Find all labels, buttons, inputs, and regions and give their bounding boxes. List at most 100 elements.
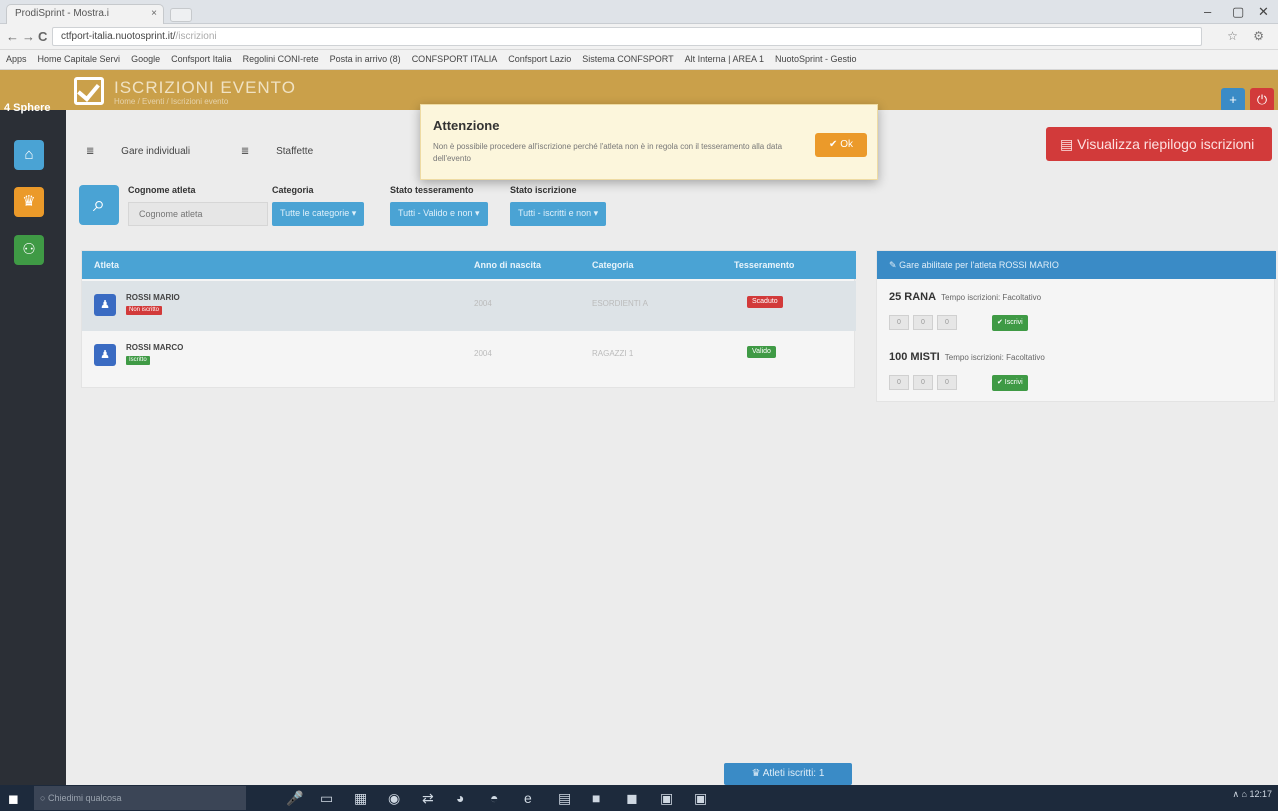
category: ESORDIENTI A xyxy=(592,299,649,308)
alert-message: Non è possibile procedere all'iscrizione… xyxy=(433,142,783,163)
table-row[interactable]: ♟ ROSSI MARIO Non iscritto 2004 ESORDIEN… xyxy=(82,281,856,331)
list-icon: ≣ xyxy=(240,146,250,157)
taskbar-app-icon[interactable]: ◕ xyxy=(456,790,464,806)
membership-status-badge: Scaduto xyxy=(747,296,783,308)
bookmark-item[interactable]: Regolini CONI-rete xyxy=(243,54,319,64)
tab-close-icon[interactable]: × xyxy=(151,8,157,19)
bookmark-item[interactable]: Sistema CONFSPORT xyxy=(582,54,673,64)
category-dropdown[interactable]: Tutte le categorie ▾ xyxy=(272,202,365,226)
registration-dropdown[interactable]: Tutti - iscritti e non ▾ xyxy=(510,202,607,226)
summary-report-button[interactable]: ▤ Visualizza riepilogo iscrizioni xyxy=(1046,127,1272,161)
taskbar-app-icon[interactable]: ▣ xyxy=(694,790,707,807)
summary-report-label: Visualizza riepilogo iscrizioni xyxy=(1077,136,1255,152)
trophy-icon[interactable]: ♛ xyxy=(14,187,44,217)
alert-title: Attenzione xyxy=(433,118,500,133)
new-tab-button[interactable] xyxy=(170,8,192,22)
minimize-icon[interactable]: – xyxy=(1204,4,1211,19)
taskbar-app-icon[interactable]: ▦ xyxy=(354,790,367,807)
maximize-icon[interactable]: ▢ xyxy=(1232,4,1244,20)
edit-icon: ✎ xyxy=(889,260,897,270)
system-tray-clock[interactable]: ∧ ⌂ 12:17 xyxy=(1232,789,1272,800)
membership-dropdown[interactable]: Tutti - Valido e non ▾ xyxy=(390,202,488,226)
bookmark-item[interactable]: Confsport Lazio xyxy=(508,54,571,64)
bookmarks-bar: Apps Home Capitale Servi Google Confsport I… xyxy=(0,50,1278,70)
athlete-search-input[interactable] xyxy=(128,202,268,226)
taskbar-app-icon[interactable]: ■ xyxy=(592,790,600,806)
time-minutes-field[interactable]: 0 xyxy=(889,375,909,390)
registration-filter-label: Stato iscrizione xyxy=(510,185,577,195)
table-header: Atleta Anno di nascita Categoria Tessera… xyxy=(82,251,856,279)
registration-badge: Iscritto xyxy=(126,356,150,365)
athletes-table: Atleta Anno di nascita Categoria Tessera… xyxy=(81,250,856,388)
document-icon: ▤ xyxy=(1060,136,1074,152)
search-icon[interactable]: ⌕ xyxy=(79,185,119,225)
page-title: ISCRIZIONI EVENTO xyxy=(114,78,296,97)
time-hundredths-field[interactable]: 0 xyxy=(937,375,957,390)
taskbar-app-icon[interactable]: ▭ xyxy=(320,790,333,807)
registered-athletes-button[interactable]: ♛ Atleti iscritti: 1 xyxy=(724,763,852,785)
forward-icon[interactable]: → xyxy=(22,29,35,44)
race-time-note: Tempo iscrizioni: Facoltativo xyxy=(941,293,1042,302)
bookmark-item[interactable]: Google xyxy=(131,54,160,64)
taskbar-app-icon[interactable]: ▤ xyxy=(558,790,571,807)
user-avatar-icon: ♟ xyxy=(94,344,116,366)
tab-individual-label: Gare individuali xyxy=(121,146,191,157)
browser-tab[interactable]: ProdiSprint - Mostra.i × xyxy=(6,4,164,24)
column-header: Categoria xyxy=(592,260,634,270)
tab-title: ProdiSprint - Mostra.i xyxy=(15,8,109,19)
home-icon[interactable]: ⌂ xyxy=(14,140,44,170)
table-row[interactable]: ♟ ROSSI MARCO Iscritto 2004 RAGAZZI 1 Va… xyxy=(82,331,856,381)
people-icon[interactable]: ⚇ xyxy=(14,235,44,265)
column-header: Anno di nascita xyxy=(474,260,542,270)
taskbar-app-icon[interactable]: ▣ xyxy=(660,790,673,807)
race-item: 100 MISTI Tempo iscrizioni: Facoltativo xyxy=(889,351,1045,363)
membership-filter-label: Stato tesseramento xyxy=(390,185,474,195)
tab-relay[interactable]: ≣ Staffette xyxy=(241,146,337,157)
power-button[interactable]: ⏻ xyxy=(1250,88,1274,112)
breadcrumb: Home / Eventi / Iscrizioni evento xyxy=(114,97,229,106)
main-content: ≣ Gare individuali ≣ Staffette ▤ Visuali… xyxy=(66,110,1278,785)
column-header: Tesseramento xyxy=(734,260,795,270)
close-window-icon[interactable]: ✕ xyxy=(1258,4,1269,20)
registration-badge: Non iscritto xyxy=(126,306,163,315)
ok-button[interactable]: ✔ Ok xyxy=(815,133,867,157)
athlete-name: ROSSI MARCO xyxy=(126,343,184,352)
checkmark-logo-icon xyxy=(74,77,104,105)
add-button[interactable]: + xyxy=(1221,88,1245,112)
register-race-button[interactable]: ✔ Iscrivi xyxy=(992,375,1028,391)
race-time-note: Tempo iscrizioni: Facoltativo xyxy=(944,353,1045,362)
back-icon[interactable]: ← xyxy=(6,29,19,44)
taskbar-app-icon[interactable]: 🎤 xyxy=(286,790,303,807)
bookmark-item[interactable]: CONFSPORT ITALIA xyxy=(412,54,498,64)
bookmark-item[interactable]: Home Capitale Servi xyxy=(38,54,121,64)
birth-year: 2004 xyxy=(474,349,492,358)
sidebar: 4 Sphere ⌂ ♛ ⚇ xyxy=(0,102,66,785)
bookmark-star-icon[interactable]: ☆ ⚙ xyxy=(1227,29,1270,43)
time-minutes-field[interactable]: 0 xyxy=(889,315,909,330)
bookmark-item[interactable]: Apps xyxy=(6,54,27,64)
enabled-races-panel: ✎ Gare abilitate per l'atleta ROSSI MARI… xyxy=(876,250,1276,402)
tab-individual[interactable]: ≣ Gare individuali xyxy=(86,146,214,157)
time-seconds-field[interactable]: 0 xyxy=(913,315,933,330)
url-host: ctfport-italia.nuotosprint.it/ xyxy=(61,31,176,42)
register-race-button[interactable]: ✔ Iscrivi xyxy=(992,315,1028,331)
url-path: /iscrizioni xyxy=(175,31,217,42)
url-input[interactable]: ctfport-italia.nuotosprint.it//iscrizion… xyxy=(52,27,1202,46)
time-hundredths-field[interactable]: 0 xyxy=(937,315,957,330)
taskbar-app-icon[interactable]: ◼ xyxy=(626,790,638,807)
time-seconds-field[interactable]: 0 xyxy=(913,375,933,390)
tab-relay-label: Staffette xyxy=(276,146,314,157)
bookmark-item[interactable]: Alt Interna | AREA 1 xyxy=(685,54,764,64)
windows-start-icon[interactable]: ◼ xyxy=(8,791,19,807)
bookmark-item[interactable]: Posta in arrivo (8) xyxy=(330,54,401,64)
reload-icon[interactable]: C xyxy=(38,29,47,44)
bookmark-item[interactable]: NuotoSprint - Gestio xyxy=(775,54,857,64)
taskbar-search[interactable]: ○ Chiedimi qualcosa xyxy=(34,786,246,810)
taskbar-app-icon[interactable]: e xyxy=(524,790,532,806)
taskbar-app-icon[interactable]: ⇄ xyxy=(422,790,434,807)
taskbar-search-placeholder: Chiedimi qualcosa xyxy=(47,793,122,803)
taskbar-app-icon[interactable]: ◉ xyxy=(388,790,400,807)
taskbar-app-icon[interactable]: ◓ xyxy=(490,790,498,806)
athlete-filter-label: Cognome atleta xyxy=(128,185,196,195)
bookmark-item[interactable]: Confsport Italia xyxy=(171,54,232,64)
